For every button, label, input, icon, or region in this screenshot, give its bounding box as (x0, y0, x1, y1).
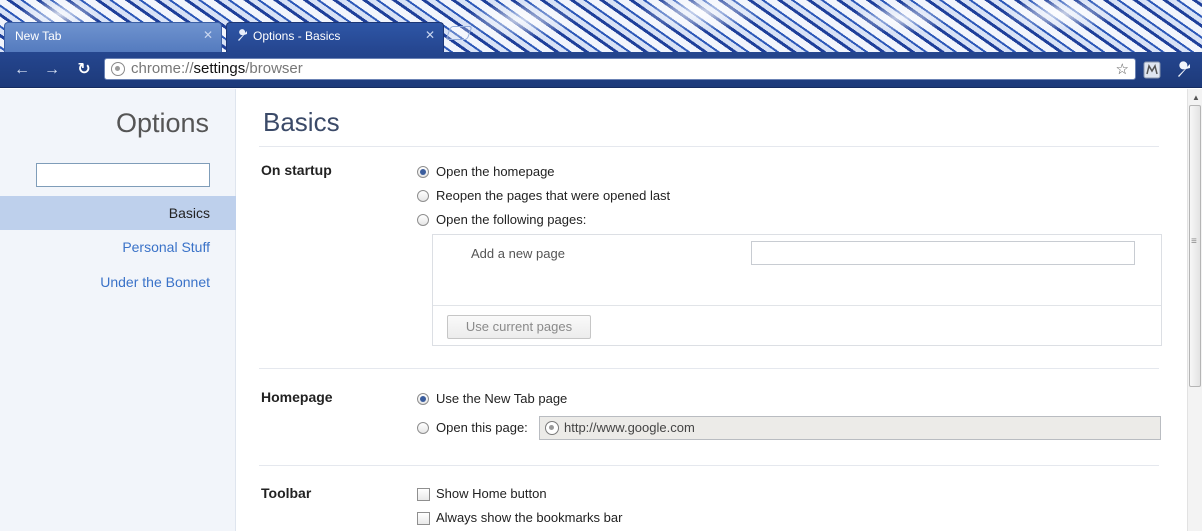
tab-close-icon[interactable]: ✕ (425, 28, 435, 42)
url-prefix: chrome:// (131, 60, 194, 77)
option-label: Open the homepage (436, 164, 555, 179)
scrollbar-thumb[interactable] (1189, 105, 1201, 387)
section-divider (259, 368, 1159, 369)
sidebar-item-personal-stuff[interactable]: Personal Stuff (0, 230, 236, 264)
option-label: Use the New Tab page (436, 391, 568, 406)
wrench-menu-icon[interactable] (1172, 58, 1196, 82)
back-arrow-icon[interactable]: ← (12, 58, 32, 82)
browser-toolbar: ← → ↻ chrome://settings/browser ☆ (0, 52, 1202, 88)
radio-button[interactable] (417, 190, 429, 202)
section-divider (259, 465, 1159, 466)
section-label-homepage: Homepage (261, 389, 333, 405)
title-divider (259, 146, 1159, 147)
sidebar-title: Options (115, 108, 209, 138)
extension-icon[interactable] (1140, 58, 1164, 82)
new-tab-button[interactable] (445, 26, 473, 40)
homepage-url-value: http://www.google.com (564, 420, 695, 435)
option-label: Open the following pages: (436, 212, 587, 227)
tab-label: New Tab (15, 29, 62, 43)
url-path: /browser (245, 60, 303, 77)
add-page-label: Add a new page (471, 246, 565, 261)
radio-button[interactable] (417, 214, 429, 226)
omnibox-url: chrome://settings/browser (131, 60, 303, 77)
use-current-pages-button[interactable]: Use current pages (447, 315, 591, 339)
url-host: settings (193, 60, 246, 77)
homepage-url-field[interactable]: http://www.google.com (539, 416, 1161, 440)
omnibox[interactable]: chrome://settings/browser ☆ (104, 58, 1136, 80)
radio-button[interactable] (417, 393, 429, 405)
option-label: Open this page: (436, 420, 528, 435)
options-search-input[interactable] (36, 163, 210, 187)
option-label: Reopen the pages that were opened last (436, 188, 671, 203)
star-icon[interactable]: ☆ (1116, 60, 1129, 78)
radio-button[interactable] (417, 422, 429, 434)
startup-pages-list: Add a new page Use current pages (432, 234, 1162, 346)
vertical-scrollbar[interactable]: ▲ (1187, 89, 1202, 531)
globe-icon (545, 421, 559, 435)
page-title: Basics (263, 107, 340, 137)
page-globe-icon (111, 62, 125, 76)
tab-close-icon[interactable]: ✕ (203, 28, 213, 42)
option-label: Always show the bookmarks bar (436, 510, 623, 525)
tab-label: Options - Basics (253, 29, 341, 43)
checkbox[interactable] (417, 488, 430, 501)
options-sidebar: Options Basics Personal Stuff Under the … (0, 89, 236, 531)
options-main: Basics On startup Open the homepage Reop… (237, 89, 1187, 531)
reload-icon[interactable]: ↻ (74, 58, 94, 82)
sidebar-item-under-the-bonnet[interactable]: Under the Bonnet (0, 265, 236, 299)
section-label-toolbar: Toolbar (261, 485, 312, 501)
add-page-input[interactable] (751, 241, 1135, 265)
window-titlebar: New Tab ✕ Options - Basics ✕ (0, 0, 1202, 58)
scroll-up-arrow-icon[interactable]: ▲ (1192, 93, 1200, 102)
list-divider (433, 305, 1161, 306)
option-label: Show Home button (436, 486, 547, 501)
section-label-startup: On startup (261, 162, 332, 178)
checkbox[interactable] (417, 512, 430, 525)
wrench-icon (238, 29, 247, 41)
forward-arrow-icon[interactable]: → (42, 58, 62, 82)
sidebar-item-basics[interactable]: Basics (0, 196, 236, 230)
radio-button[interactable] (417, 166, 429, 178)
